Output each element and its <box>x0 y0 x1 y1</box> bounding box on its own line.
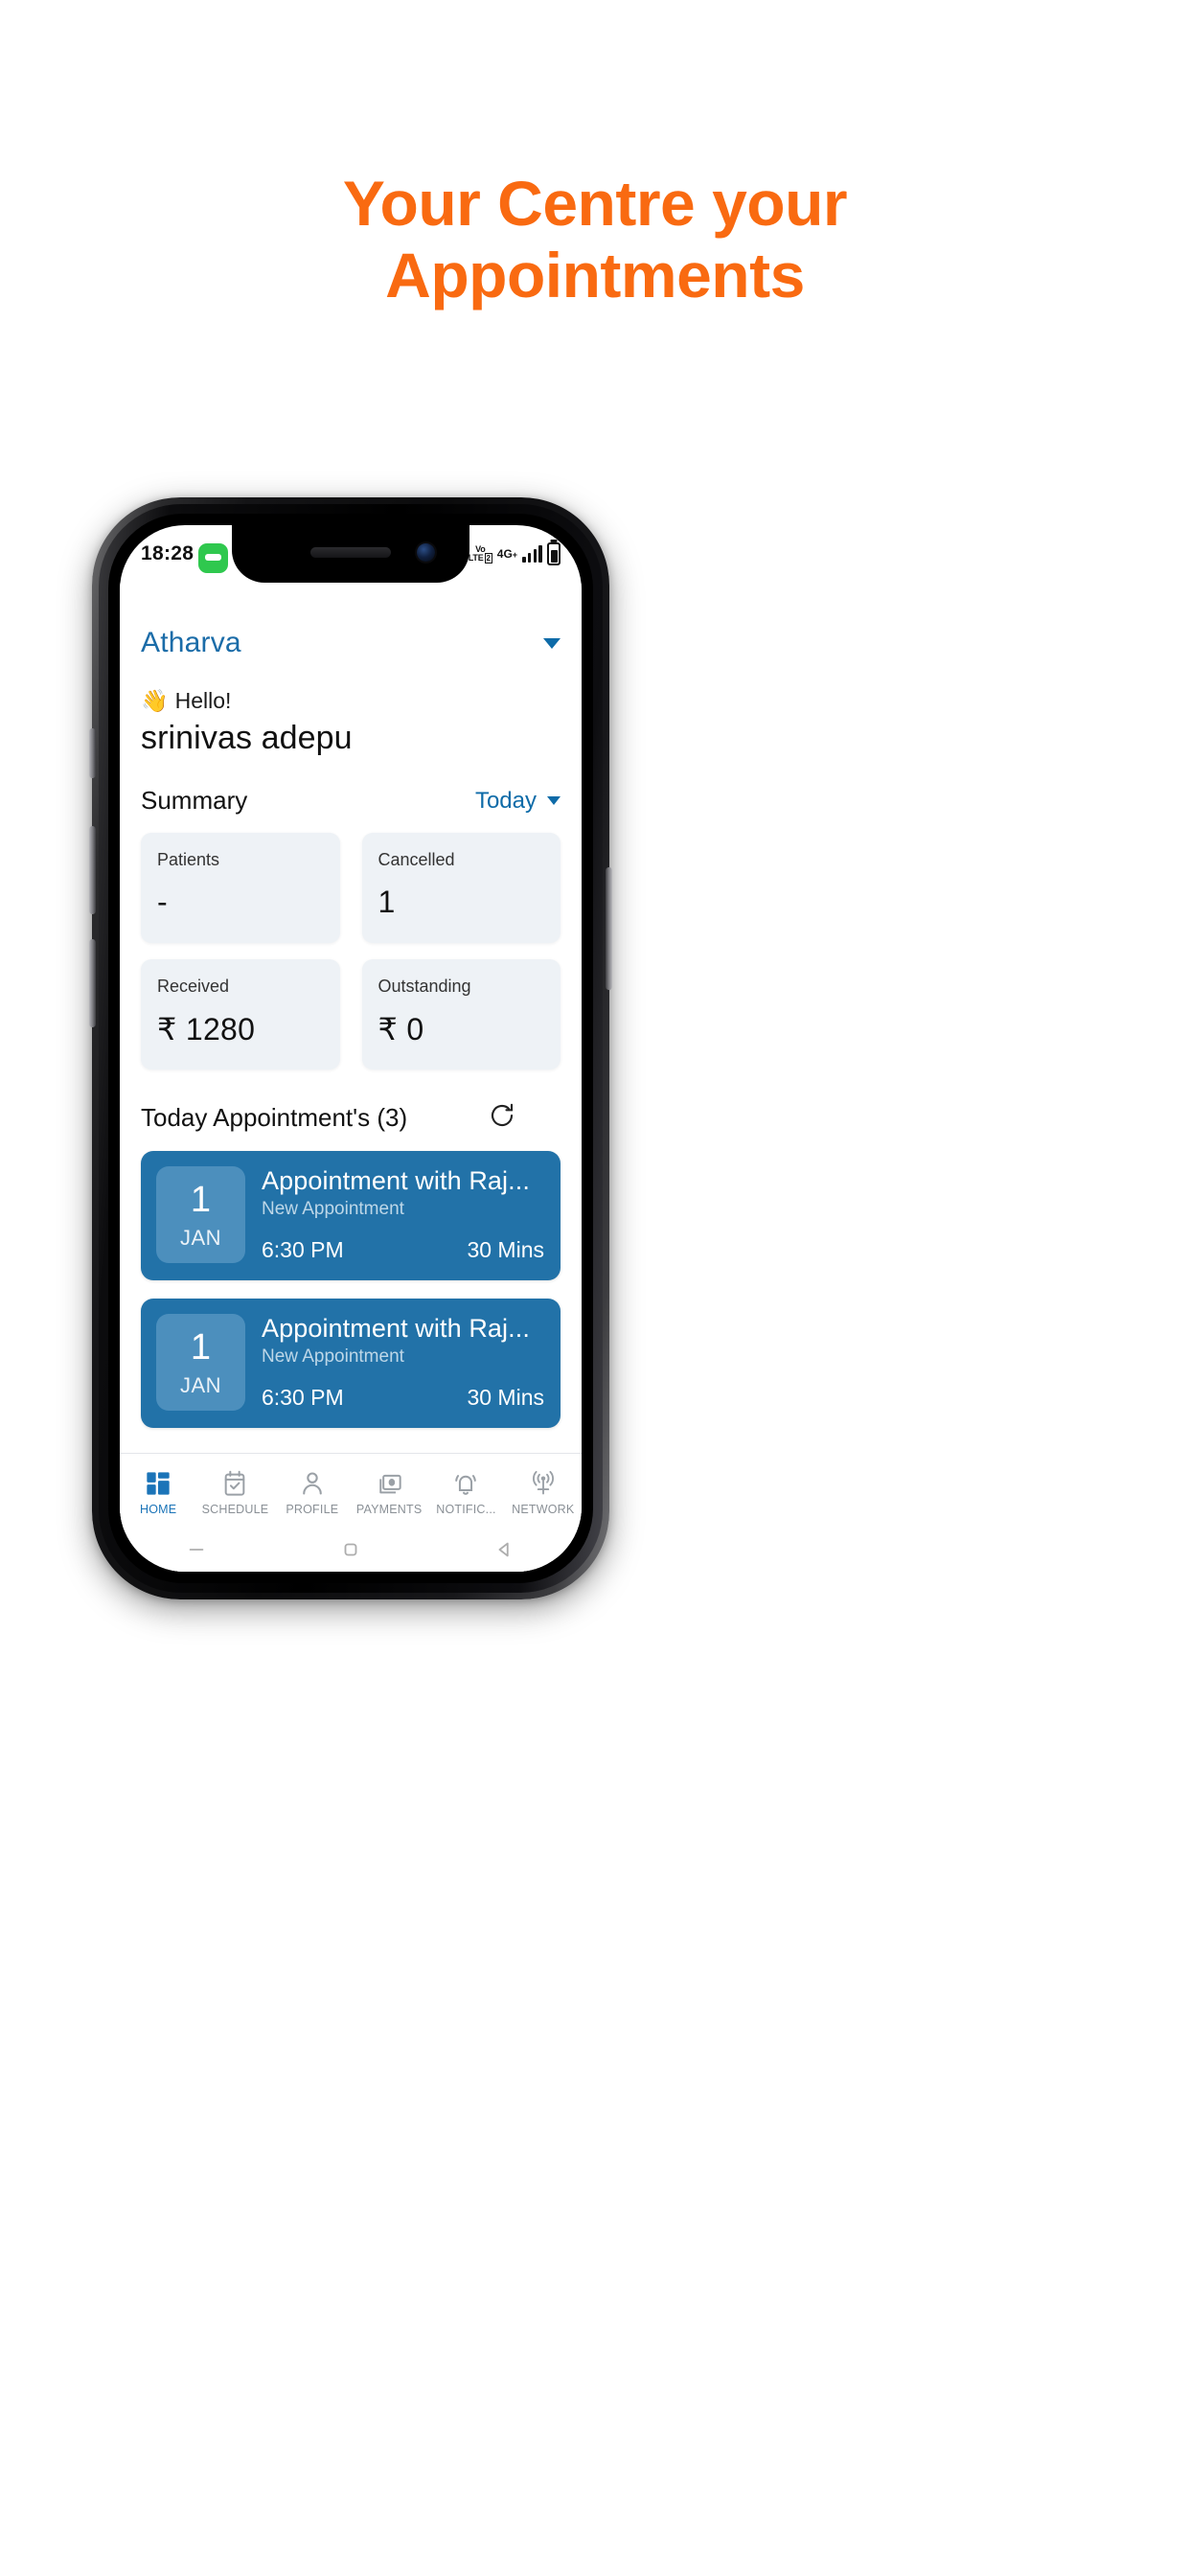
appointment-subtitle: New Appointment <box>262 1346 404 1367</box>
appointment-meta: 6:30 PM 30 Mins <box>262 1368 544 1411</box>
appointment-duration: 30 Mins <box>467 1385 544 1410</box>
nav-label: PROFILE <box>286 1502 339 1516</box>
status-bar-right: Vo LTE 2 4G+ <box>469 542 561 565</box>
stat-value: 1 <box>378 885 396 919</box>
volume-up-button[interactable] <box>89 826 96 914</box>
nav-item-network[interactable]: NETWORK <box>505 1470 582 1516</box>
greeting-row: 👋 Hello! <box>141 688 561 714</box>
bottom-navigation-bar: HOME SCHEDULE PROFILE PAYMENTS NOTIFIC..… <box>120 1453 582 1531</box>
stat-label: Received <box>157 977 230 996</box>
power-button[interactable] <box>606 867 612 990</box>
appointment-month: JAN <box>179 1225 222 1250</box>
nav-label: HOME <box>140 1502 177 1516</box>
person-icon <box>298 1470 327 1497</box>
centre-name-label: Atharva <box>141 627 241 658</box>
appointment-duration: 30 Mins <box>467 1237 544 1262</box>
dashboard-grid-icon <box>144 1470 172 1497</box>
battery-icon <box>547 542 561 565</box>
summary-header: Summary Today <box>141 786 561 816</box>
network-type-label: 4G+ <box>496 547 518 561</box>
appointment-body: Appointment with Raj... New Appointment … <box>262 1166 544 1263</box>
chevron-down-icon[interactable] <box>547 796 561 805</box>
appointment-day: 1 <box>190 1326 212 1368</box>
summary-card-row-2: Received ₹ 1280 Outstanding ₹ 0 <box>141 959 561 1070</box>
broadcast-icon <box>529 1470 558 1497</box>
screenshot-root: Your Centre your Appointments 18:28 Vo L… <box>0 0 1190 2576</box>
centre-selector[interactable]: Atharva <box>141 627 561 659</box>
front-camera-icon <box>417 543 435 562</box>
summary-title: Summary <box>141 786 248 815</box>
nav-item-profile[interactable]: PROFILE <box>274 1470 351 1516</box>
stat-value: ₹ 1280 <box>157 1012 256 1046</box>
bell-icon <box>451 1470 480 1497</box>
appointment-time: 6:30 PM <box>262 1237 344 1262</box>
sim-slot-badge: 2 <box>484 552 492 564</box>
nav-label: NOTIFIC... <box>436 1502 496 1516</box>
back-triangle-icon[interactable] <box>494 1539 515 1565</box>
stat-label: Outstanding <box>378 977 471 996</box>
refresh-icon[interactable] <box>488 1101 516 1135</box>
appointment-meta: 6:30 PM 30 Mins <box>262 1220 544 1263</box>
appointment-day: 1 <box>190 1179 212 1220</box>
stat-card-cancelled[interactable]: Cancelled 1 <box>361 833 561 943</box>
appointment-title: Appointment with Raj... <box>262 1166 530 1195</box>
calendar-check-icon <box>220 1470 249 1497</box>
volume-down-button[interactable] <box>89 939 96 1027</box>
summary-cards: Patients - Cancelled 1 Received ₹ 1280 O… <box>141 833 561 1070</box>
stat-value: - <box>157 885 168 919</box>
mute-switch-button[interactable] <box>89 728 96 778</box>
appointment-body: Appointment with Raj... New Appointment … <box>262 1314 544 1411</box>
user-name-label: srinivas adepu <box>141 720 353 756</box>
volte-indicator: Vo LTE 2 <box>468 545 492 564</box>
network-indicator: 4G+ <box>497 548 517 560</box>
android-system-nav <box>120 1531 582 1572</box>
green-message-icon <box>198 542 229 573</box>
appointments-list: 1 JAN Appointment with Raj... New Appoin… <box>141 1151 561 1428</box>
summary-period-selector[interactable]: Today <box>475 788 561 815</box>
appointment-month: JAN <box>179 1372 222 1397</box>
nav-label: NETWORK <box>512 1502 575 1516</box>
marketing-headline: Your Centre your Appointments <box>0 168 1190 311</box>
phone-notch <box>232 525 469 583</box>
nav-item-payments[interactable]: PAYMENTS <box>351 1470 427 1516</box>
appointment-date-box: 1 JAN <box>156 1314 245 1411</box>
appointment-time: 6:30 PM <box>262 1385 344 1410</box>
appointment-subtitle: New Appointment <box>262 1199 404 1219</box>
nav-item-notifications[interactable]: NOTIFIC... <box>427 1470 504 1516</box>
app-content: Atharva 👋 Hello! srinivas adepu Summary … <box>120 583 582 1572</box>
stat-value: ₹ 0 <box>378 1012 424 1046</box>
stat-card-patients[interactable]: Patients - <box>141 833 340 943</box>
recents-icon[interactable] <box>186 1539 207 1565</box>
stat-label: Cancelled <box>378 850 455 869</box>
stat-label: Patients <box>157 850 220 869</box>
appointments-header: Today Appointment's (3) <box>141 1101 561 1135</box>
appointment-date-box: 1 JAN <box>156 1166 245 1263</box>
earpiece-speaker-icon <box>310 547 391 558</box>
appointment-title: Appointment with Raj... <box>262 1314 530 1343</box>
stat-card-received[interactable]: Received ₹ 1280 <box>141 959 340 1070</box>
appointment-card[interactable]: 1 JAN Appointment with Raj... New Appoin… <box>141 1151 561 1280</box>
status-bar-left: 18:28 <box>141 541 229 573</box>
stat-card-outstanding[interactable]: Outstanding ₹ 0 <box>361 959 561 1070</box>
nav-label: SCHEDULE <box>201 1502 269 1516</box>
home-square-icon[interactable] <box>340 1539 361 1565</box>
summary-card-row-1: Patients - Cancelled 1 <box>141 833 561 943</box>
chevron-down-icon[interactable] <box>543 637 561 649</box>
appointment-card[interactable]: 1 JAN Appointment with Raj... New Appoin… <box>141 1299 561 1428</box>
waving-hand-icon: 👋 <box>141 688 169 713</box>
nav-item-home[interactable]: HOME <box>120 1470 196 1516</box>
phone-screen: 18:28 Vo LTE 2 4G+ Atharva 👋 Hello! srin… <box>120 525 582 1572</box>
nav-label: PAYMENTS <box>355 1502 423 1516</box>
volte-label-bottom: LTE <box>468 552 484 563</box>
headline-line-2: Appointments <box>385 240 805 311</box>
headline-line-1: Your Centre your <box>342 168 848 239</box>
signal-bars-icon <box>522 545 542 563</box>
status-bar-clock: 18:28 <box>141 541 195 564</box>
greeting-hello-label: Hello! <box>174 688 232 713</box>
nav-item-schedule[interactable]: SCHEDULE <box>196 1470 273 1516</box>
money-icon <box>375 1470 403 1497</box>
summary-period-label: Today <box>474 787 537 814</box>
appointments-title: Today Appointment's (3) <box>141 1103 408 1132</box>
